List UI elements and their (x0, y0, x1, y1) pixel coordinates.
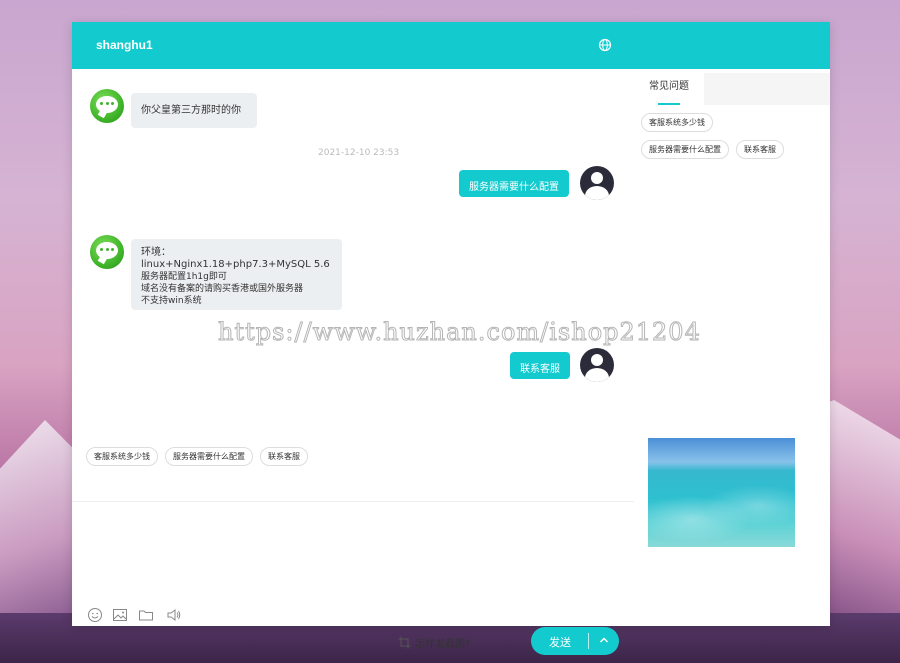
faq-chip[interactable]: 联系客服 (736, 140, 784, 159)
globe-icon[interactable] (598, 38, 612, 52)
faq-sidebar: 常见问题 客服系统多少钱 服务器需要什么配置 联系客服 (634, 69, 830, 626)
crop-icon (398, 636, 411, 649)
config-line: 服务器配置1h1g即可 (141, 272, 227, 282)
chat-header: shanghu1 (72, 22, 830, 69)
chevron-up-icon[interactable] (598, 634, 610, 646)
faq-chip[interactable]: 客服系统多少钱 (641, 113, 713, 132)
config-line: 域名没有备案的请购买香港或国外服务器 (141, 284, 304, 294)
config-line: 环境：linux+Nginx1.18+php7.3+MySQL 5.6 (141, 247, 330, 270)
folder-icon[interactable] (138, 607, 154, 623)
merchant-title: shanghu1 (96, 38, 153, 52)
quick-reply-chip[interactable]: 联系客服 (260, 447, 308, 466)
tab-faq[interactable]: 常见问题 (634, 73, 704, 105)
chat-panel: 你父皇第三方那时的你 2021-12-10 23:53 服务器需要什么配置 环境… (72, 69, 634, 655)
image-icon[interactable] (112, 607, 128, 623)
ocean-image (648, 438, 795, 547)
quick-reply-chip[interactable]: 客服系统多少钱 (86, 447, 158, 466)
faq-chip[interactable]: 服务器需要什么配置 (641, 140, 729, 159)
quick-reply-bar: 客服系统多少钱 服务器需要什么配置 联系客服 (86, 447, 308, 466)
watermark-text: https://www.huzhan.com/ishop21204 (218, 318, 701, 347)
config-line: 不支持win系统 (141, 296, 202, 306)
faq-chip-row: 服务器需要什么配置 联系客服 (641, 140, 784, 159)
input-divider (72, 501, 634, 502)
screenshot-help-label: 怎样发截图? (415, 639, 471, 650)
user-avatar (580, 166, 614, 200)
user-avatar (580, 348, 614, 382)
volume-icon[interactable] (166, 607, 182, 623)
message-timestamp: 2021-12-10 23:53 (318, 148, 400, 158)
quick-reply-chip[interactable]: 服务器需要什么配置 (165, 447, 253, 466)
emoji-icon[interactable] (87, 607, 103, 623)
screenshot-help-link[interactable]: 怎样发截图? (398, 635, 470, 650)
bot-message-config: 环境：linux+Nginx1.18+php7.3+MySQL 5.6 服务器配… (131, 239, 342, 310)
send-button[interactable]: 发送 (531, 627, 619, 655)
faq-chip-row: 客服系统多少钱 (641, 113, 713, 132)
user-message: 联系客服 (510, 352, 570, 379)
faq-tabbar: 常见问题 (634, 73, 830, 105)
bot-avatar (90, 235, 124, 269)
send-label: 发送 (549, 636, 571, 649)
user-message: 服务器需要什么配置 (459, 170, 569, 197)
bot-avatar (90, 89, 124, 123)
bot-message: 你父皇第三方那时的你 (131, 93, 257, 128)
send-separator (588, 633, 589, 649)
